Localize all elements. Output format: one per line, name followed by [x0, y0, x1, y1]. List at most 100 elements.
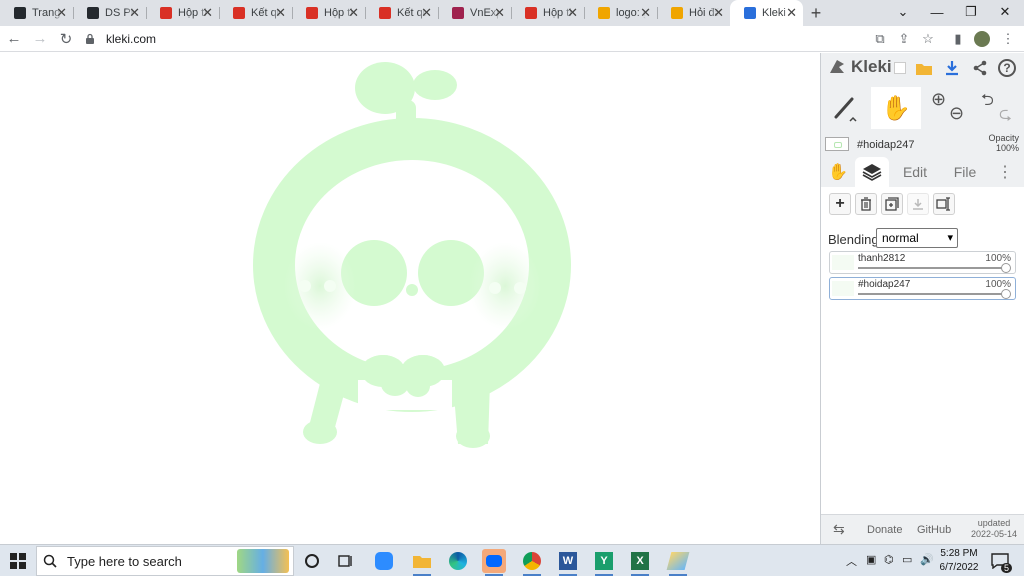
layer-opacity-slider[interactable]: [858, 263, 1011, 273]
browser-tab-2[interactable]: Hộp th ✕: [146, 0, 219, 26]
duplicate-layer-button[interactable]: [881, 193, 903, 215]
blending-select[interactable]: normal: [876, 228, 958, 248]
browser-tab-6[interactable]: VnExp ✕: [438, 0, 511, 26]
tab-search-icon[interactable]: ⌄: [886, 0, 920, 24]
cortana-icon[interactable]: [300, 549, 324, 573]
download-icon[interactable]: [943, 59, 961, 77]
task-view-icon[interactable]: [334, 549, 358, 573]
file-explorer-icon[interactable]: [410, 549, 434, 576]
tab-close-icon[interactable]: ✕: [129, 5, 140, 21]
zalo-icon[interactable]: [482, 549, 506, 576]
zoom-app-icon[interactable]: [372, 549, 396, 573]
tab-file[interactable]: File: [945, 157, 985, 187]
start-button[interactable]: [6, 549, 30, 573]
tab-close-icon[interactable]: ✕: [640, 5, 651, 21]
primary-color-swatch[interactable]: [825, 137, 849, 151]
brush-icon: [834, 97, 857, 122]
zoom-in-icon[interactable]: ⊕: [931, 89, 946, 110]
browser-tab-10[interactable]: Kleki - ✕: [730, 0, 803, 26]
battery-icon[interactable]: ▭: [902, 553, 912, 566]
layer-item[interactable]: thanh2812 100%: [829, 251, 1016, 274]
tab-close-icon[interactable]: ✕: [786, 5, 797, 21]
browser-tab-5[interactable]: Kết qu ✕: [365, 0, 438, 26]
volume-icon[interactable]: 🔊: [920, 553, 934, 566]
delete-layer-button[interactable]: [855, 193, 877, 215]
taskbar-search[interactable]: Type here to search: [36, 546, 294, 576]
paint-app-icon[interactable]: [666, 549, 690, 576]
kleki-side-panel: Kleki ? ✋ ⊕ ⊖ ⮌ ⮎ #hoidap247 Opacity 100…: [820, 53, 1024, 547]
bookmark-star-icon[interactable]: ☆: [920, 31, 936, 47]
browser-tab-8[interactable]: logo: g ✕: [584, 0, 657, 26]
drawing-canvas[interactable]: [0, 53, 820, 544]
donate-link[interactable]: Donate: [867, 524, 902, 536]
tab-close-icon[interactable]: ✕: [348, 5, 359, 21]
browser-tab-7[interactable]: Hộp th ✕: [511, 0, 584, 26]
new-tab-button[interactable]: +: [803, 0, 829, 26]
share-icon[interactable]: [971, 59, 989, 77]
excel-icon[interactable]: X: [628, 549, 652, 576]
tab-layers[interactable]: [855, 157, 889, 187]
app-icon-green[interactable]: Y: [592, 549, 616, 576]
translate-icon[interactable]: ⧉: [872, 31, 888, 47]
tab-close-icon[interactable]: ✕: [713, 5, 724, 21]
layer-item[interactable]: #hoidap247 100%: [829, 277, 1016, 300]
panel-tabs: ✋ Edit File ⋮: [821, 157, 1024, 187]
browser-tab-1[interactable]: DS PH ✕: [73, 0, 146, 26]
tab-close-icon[interactable]: ✕: [421, 5, 432, 21]
browser-tab-9[interactable]: Hỏi đá ✕: [657, 0, 730, 26]
forward-button[interactable]: →: [28, 27, 52, 51]
profile-avatar[interactable]: [974, 31, 990, 47]
help-icon[interactable]: ?: [998, 59, 1016, 77]
kleki-logo[interactable]: Kleki: [827, 57, 892, 77]
gmail-icon: [306, 7, 318, 19]
tab-close-icon[interactable]: ✕: [275, 5, 286, 21]
reload-button[interactable]: ↻: [54, 27, 78, 51]
url-text: kleki.com: [106, 32, 157, 46]
tray-app-icon[interactable]: ▣: [866, 553, 876, 566]
tab-edit[interactable]: Edit: [895, 157, 935, 187]
github-link[interactable]: GitHub: [917, 524, 951, 536]
tab-close-icon[interactable]: ✕: [494, 5, 505, 21]
trash-icon: [861, 197, 871, 211]
hoidap-icon: [671, 7, 683, 19]
more-menu-icon[interactable]: ⋮: [993, 157, 1017, 187]
browser-menu-icon[interactable]: ⋮: [1000, 31, 1016, 47]
tab-close-icon[interactable]: ✕: [202, 5, 213, 21]
zoom-out-icon[interactable]: ⊖: [949, 103, 964, 124]
rename-layer-button[interactable]: [933, 193, 955, 215]
browser-tab-4[interactable]: Hộp th ✕: [292, 0, 365, 26]
edge-icon[interactable]: [446, 549, 470, 573]
show-hidden-icons[interactable]: ︿: [846, 553, 857, 569]
brush-tool-button[interactable]: [821, 87, 869, 129]
slider-handle[interactable]: [1001, 263, 1011, 273]
swap-panel-icon[interactable]: ⇆: [833, 521, 845, 538]
undo-icon[interactable]: ⮌: [981, 89, 994, 116]
redo-icon[interactable]: ⮎: [999, 103, 1012, 130]
back-button[interactable]: ←: [2, 27, 26, 51]
slider-handle[interactable]: [1001, 289, 1011, 299]
tab-hand[interactable]: ✋: [823, 157, 853, 187]
chrome-icon[interactable]: [520, 549, 544, 576]
browser-tab-3[interactable]: Kết qu ✕: [219, 0, 292, 26]
layer-opacity-slider[interactable]: [858, 289, 1011, 299]
opacity-display[interactable]: Opacity 100%: [988, 133, 1019, 153]
open-folder-icon[interactable]: [915, 59, 933, 77]
tab-close-icon[interactable]: ✕: [567, 5, 578, 21]
close-window-button[interactable]: ✕: [988, 0, 1022, 24]
minimize-button[interactable]: —: [920, 0, 954, 24]
network-icon[interactable]: ⌬: [884, 553, 894, 566]
word-icon[interactable]: W: [556, 549, 580, 576]
share-icon[interactable]: ⇪: [896, 31, 912, 47]
address-bar[interactable]: kleki.com: [84, 29, 824, 49]
hand-tool-button[interactable]: ✋: [871, 87, 921, 129]
taskbar-clock[interactable]: 5:28 PM 6/7/2022: [935, 547, 983, 575]
merge-layer-button[interactable]: [907, 193, 929, 215]
side-panel-icon[interactable]: ▮: [950, 31, 966, 47]
maximize-button[interactable]: ❐: [954, 0, 988, 24]
tab-close-icon[interactable]: ✕: [56, 5, 67, 21]
new-image-icon[interactable]: [891, 59, 909, 77]
add-layer-button[interactable]: +: [829, 193, 851, 215]
browser-tab-0[interactable]: Trang ✕: [0, 0, 73, 26]
canvas-drawing: [253, 62, 571, 448]
notification-center-icon[interactable]: 5: [988, 549, 1012, 573]
